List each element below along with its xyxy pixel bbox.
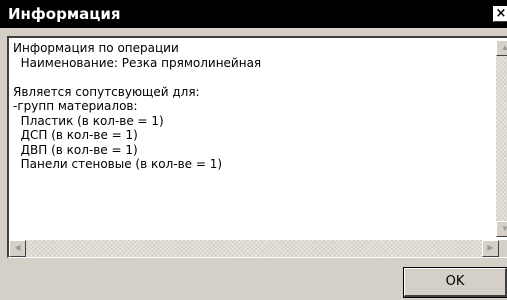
scroll-right-icon[interactable]: ▶ bbox=[482, 240, 499, 257]
scroll-down-icon[interactable]: ▼ bbox=[496, 221, 507, 237]
scroll-left-icon[interactable]: ◀ bbox=[9, 240, 26, 257]
window-title: Информация bbox=[8, 5, 121, 23]
info-text-area[interactable]: Информация по операции Наименование: Рез… bbox=[7, 36, 507, 258]
close-icon[interactable]: × bbox=[493, 6, 507, 22]
ok-button[interactable]: OK bbox=[403, 267, 507, 298]
info-dialog: Информация × Информация по операции Наим… bbox=[0, 0, 507, 300]
title-bar[interactable]: Информация × bbox=[0, 0, 507, 28]
horizontal-scrollbar[interactable]: ◀ ▶ bbox=[9, 240, 499, 257]
scroll-up-icon[interactable]: ▲ bbox=[496, 40, 507, 56]
vertical-scrollbar[interactable]: ▲ ▼ bbox=[496, 40, 507, 237]
info-text: Информация по операции Наименование: Рез… bbox=[13, 41, 262, 171]
scrollbar-corner bbox=[499, 240, 507, 257]
